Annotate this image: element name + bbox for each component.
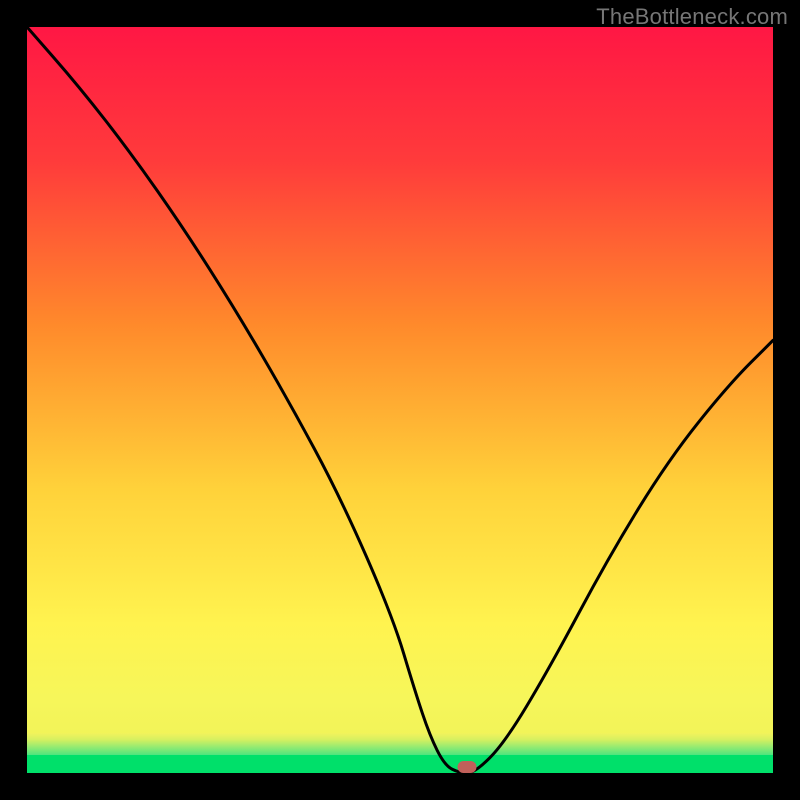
plot-area [27,27,773,773]
attribution-text: TheBottleneck.com [596,4,788,30]
optimum-marker [458,761,477,773]
chart-stage: TheBottleneck.com [0,0,800,800]
bottleneck-curve [27,27,773,773]
curve-path [27,27,773,773]
